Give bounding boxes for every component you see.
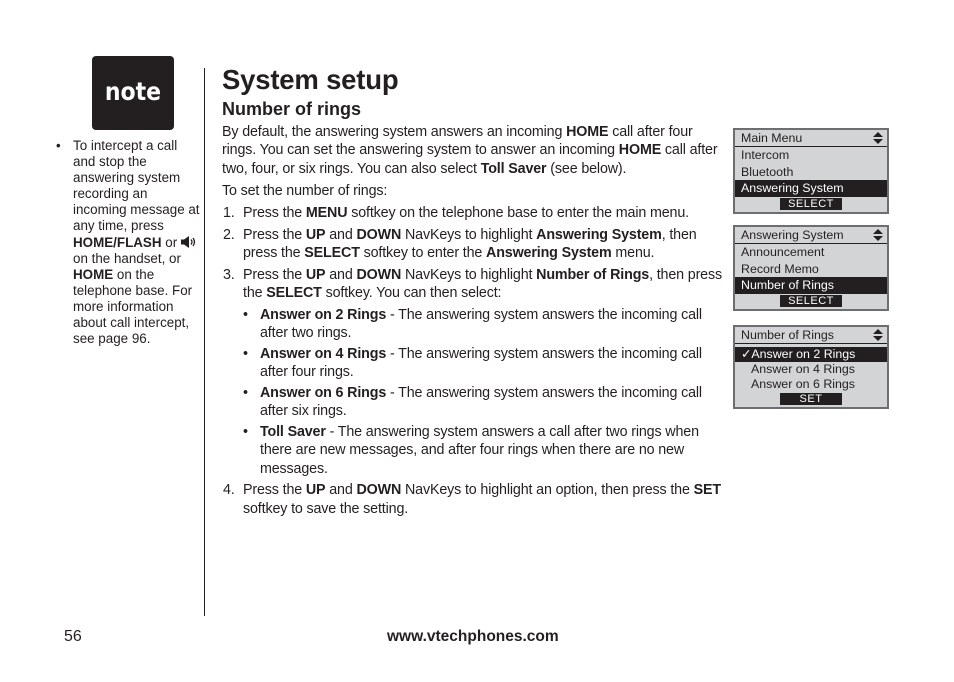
side-note-bullet: •: [56, 138, 61, 153]
intro-bold: Toll Saver: [480, 160, 547, 177]
lcd-menu-item: Announcement: [741, 245, 825, 259]
step-bold: UP: [305, 226, 326, 243]
step-1: 1. Press the MENU softkey on the telephon…: [222, 204, 727, 222]
ring-options-list: • Answer on 2 Rings - The answering syste…: [243, 306, 727, 478]
lcd-menu-item: Bluetooth: [741, 164, 794, 179]
lcd-menu-item-selected: ✓Answer on 2 Rings: [735, 347, 887, 362]
intro-bold: HOME: [566, 124, 609, 140]
website-url: www.vtechphones.com: [387, 628, 559, 645]
speakerphone-icon: [180, 235, 198, 248]
lcd-menu-item: Record Memo: [741, 261, 819, 276]
lcd-header-label: Number of Rings: [741, 328, 834, 342]
lcd-header: Answering System: [735, 227, 887, 244]
step-bold: Answering System: [536, 226, 662, 243]
step-bold: SELECT: [266, 285, 322, 302]
option-item: • Answer on 4 Rings - The answering syste…: [243, 345, 727, 382]
step-text: softkey. You can then select:: [321, 285, 502, 302]
lcd-menu-item-selected: Answering System: [735, 180, 887, 197]
side-note: • To intercept a call and stop the answe…: [56, 138, 201, 347]
section-title: Number of rings: [222, 99, 362, 119]
step-4: 4. Press the UP and DOWN NavKeys to highl…: [222, 481, 727, 518]
step-text: Press the: [243, 267, 306, 284]
step-text: Press the: [243, 226, 306, 243]
intro-paragraph: By default, the answering system answers…: [222, 123, 727, 178]
side-note-text: To intercept a call and stop the answeri…: [73, 138, 201, 347]
lcd-header: Main Menu: [735, 130, 887, 147]
step-text: menu.: [611, 245, 655, 262]
home-flash-key: HOME/FLASH: [73, 234, 162, 250]
instructions: By default, the answering system answers…: [222, 123, 727, 521]
option-name: Toll Saver: [260, 423, 326, 440]
step-bold: MENU: [305, 205, 348, 222]
step-bold: SET: [693, 482, 722, 499]
step-text: and: [325, 267, 357, 284]
step-number: 2.: [223, 226, 235, 243]
step-3: 3. Press the UP and DOWN NavKeys to highl…: [222, 266, 727, 478]
side-note-text-2: or: [161, 234, 181, 250]
lcd-screen-main-menu: Main Menu Intercom Bluetooth Answering S…: [733, 128, 889, 214]
side-note-text-1: To intercept a call and stop the answeri…: [73, 138, 200, 234]
lcd-softkey-set: SET: [780, 393, 842, 405]
step-text: NavKeys to highlight an option, then pre…: [401, 482, 694, 499]
option-item: • Toll Saver - The answering system answe…: [243, 423, 727, 478]
step-bold: DOWN: [356, 267, 402, 284]
step-text: and: [325, 226, 357, 243]
lcd-softkey-select: SELECT: [780, 197, 842, 210]
note-badge: note: [92, 56, 174, 130]
option-item: • Answer on 6 Rings - The answering syste…: [243, 384, 727, 421]
lcd-header: Number of Rings: [735, 327, 887, 344]
lcd-header-label: Main Menu: [741, 131, 803, 145]
option-bullet: •: [243, 423, 248, 440]
step-text: Press the: [243, 482, 306, 499]
option-name: Answer on 4 Rings: [260, 345, 387, 362]
lcd-menu-item: Answer on 4 Rings: [751, 362, 855, 376]
step-text: softkey to save the setting.: [243, 500, 409, 517]
page-title: System setup: [222, 64, 399, 95]
step-bold: SELECT: [304, 245, 360, 262]
option-name: Answer on 6 Rings: [260, 384, 387, 401]
step-text: softkey to enter the: [359, 245, 487, 262]
intro-text: (see below).: [546, 160, 627, 177]
step-text: softkey on the telephone base to enter t…: [347, 205, 689, 222]
step-bold: DOWN: [356, 226, 402, 243]
lcd-screen-answering-system: Answering System Announcement Record Mem…: [733, 225, 889, 311]
step-text: Press the: [243, 205, 306, 222]
column-divider: [204, 68, 205, 616]
option-bullet: •: [243, 306, 248, 323]
step-bold: DOWN: [356, 482, 402, 499]
step-text: and: [325, 482, 357, 499]
lcd-menu-item: Answer on 6 Rings: [751, 377, 855, 391]
home-key: HOME: [73, 266, 114, 282]
option-bullet: •: [243, 345, 248, 362]
up-down-arrows-icon: [873, 229, 883, 241]
note-badge-label: note: [104, 77, 162, 106]
intro-bold: HOME: [618, 142, 662, 159]
step-bold: UP: [305, 267, 326, 284]
lcd-menu-item-selected: Number of Rings: [735, 277, 887, 294]
step-number: 4.: [223, 482, 235, 499]
step-number: 3.: [223, 267, 235, 284]
side-note-text-3: on the handset, or: [73, 250, 181, 266]
lcd-softkey-select: SELECT: [780, 294, 842, 307]
lcd-screen-number-of-rings: Number of Rings ✓Answer on 2 Rings Answe…: [733, 325, 889, 409]
lcd-menu-item: Intercom: [741, 148, 790, 162]
page-number: 56: [64, 628, 82, 645]
option-description: - The answering system answers a call af…: [260, 423, 699, 477]
lcd-header-label: Answering System: [741, 228, 844, 242]
option-bullet: •: [243, 384, 248, 401]
step-number: 1.: [223, 205, 235, 222]
step-text: NavKeys to highlight: [401, 226, 537, 243]
up-down-arrows-icon: [873, 329, 883, 341]
option-item: • Answer on 2 Rings - The answering syste…: [243, 306, 727, 343]
steps-list: 1. Press the MENU softkey on the telephon…: [222, 204, 727, 518]
step-bold: Answering System: [486, 245, 612, 262]
step-2: 2. Press the UP and DOWN NavKeys to highl…: [222, 226, 727, 263]
option-name: Answer on 2 Rings: [260, 306, 387, 323]
step-bold: Number of Rings: [536, 267, 650, 284]
step-text: NavKeys to highlight: [401, 267, 537, 284]
step-bold: UP: [305, 482, 326, 499]
lead-text: To set the number of rings:: [222, 182, 388, 199]
up-down-arrows-icon: [873, 132, 883, 144]
intro-text: By default, the answering system answers…: [222, 124, 567, 140]
